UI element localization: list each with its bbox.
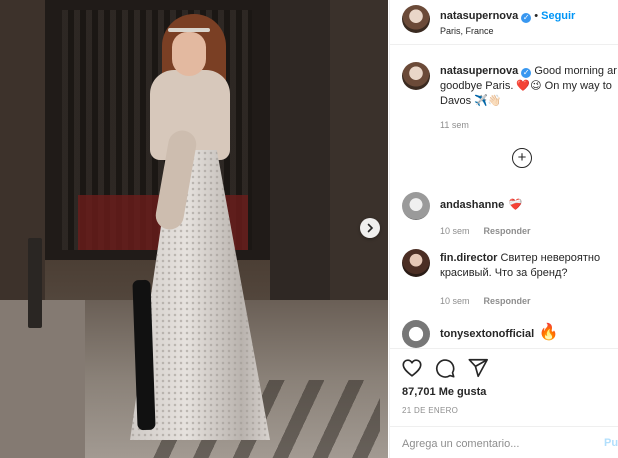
comment-username[interactable]: fin.director [440,252,497,264]
caption-author-avatar[interactable] [402,62,430,90]
comment-text: 🔥 [538,324,559,341]
separator-dot: • [534,10,539,22]
verified-badge-icon: ✓ [521,68,532,78]
comment-bubble-icon [435,359,455,378]
post-header: natasupernova ✓ • Seguir Paris, France [390,0,618,45]
follow-button[interactable]: Seguir [541,10,575,22]
caption-line-1: Good morning ar [534,65,617,77]
comment-time[interactable]: 10 sem [440,296,470,306]
commenter-avatar[interactable] [402,192,430,220]
post-date[interactable]: 21 DE ENERO [402,406,458,415]
next-photo-button[interactable] [360,218,380,238]
model-headband [168,28,210,32]
paper-plane-icon [468,358,488,378]
photo-curb [0,300,85,458]
caption-line-2: goodbye Paris. ❤️😉 On my way to [440,80,612,92]
caption-time[interactable]: 11 sem [440,120,469,130]
like-button[interactable] [401,357,423,379]
commenter-avatar[interactable] [402,320,430,348]
photo-bollard [28,238,42,328]
post-location[interactable]: Paris, France [440,26,494,36]
post-actions: 87,701 Me gusta 21 DE ENERO Pub [390,348,618,458]
post-side-panel: natasupernova ✓ • Seguir Paris, France nata… [389,0,618,458]
comment-username[interactable]: andashanne [440,199,504,211]
photo-wall-right [330,0,388,320]
model-face [172,32,206,76]
comment-item: fin.director Свитер невероятно красивый.… [440,251,618,281]
author-avatar[interactable] [402,5,430,33]
comment-username[interactable]: tonysextonofficial [440,328,534,340]
add-comment-input[interactable] [402,436,592,452]
comment-item: andashanne ❤️‍🩹 [440,195,522,213]
like-count[interactable]: 87,701 Me gusta [402,386,486,398]
comment-text: ❤️‍🩹 [508,199,523,211]
verified-badge-icon: ✓ [521,13,532,23]
plus-circle-icon: + [517,149,527,166]
caption: natasupernova ✓ Good morning ar goodbye P… [440,64,618,109]
commenter-avatar[interactable] [402,249,430,277]
photo-pillar [270,0,330,300]
comment-button[interactable] [434,357,456,379]
reply-button[interactable]: Responder [484,296,531,306]
share-button[interactable] [467,357,489,379]
caption-username[interactable]: natasupernova [440,65,518,77]
comment-item: tonysextonofficial 🔥 [440,322,559,342]
heart-icon [402,359,422,377]
chevron-right-icon [367,223,374,233]
caption-line-3: Davos ✈️👋🏻 [440,95,502,107]
post-photo[interactable] [0,0,388,458]
comment-time[interactable]: 10 sem [440,226,470,236]
publish-button[interactable]: Pub [604,437,618,449]
comment-text-line-2: красивый. Что за бренд? [440,267,568,279]
load-more-comments-button[interactable]: + [512,148,532,168]
add-comment-section: Pub [390,426,618,458]
comment-text-line-1: Свитер невероятно [500,252,601,264]
reply-button[interactable]: Responder [484,226,531,236]
